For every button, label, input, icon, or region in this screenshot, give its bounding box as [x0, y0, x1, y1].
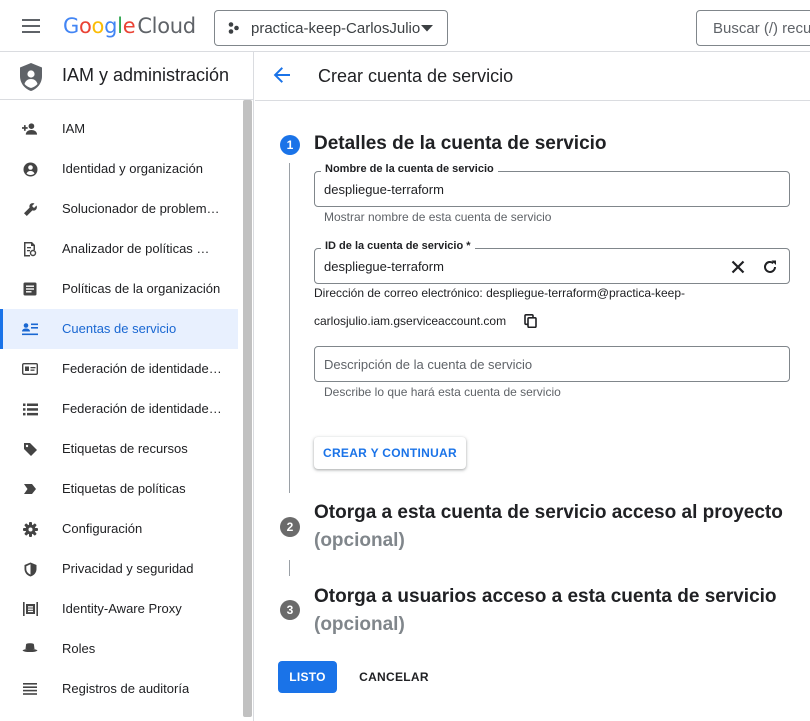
logo-letter: e	[122, 14, 136, 38]
search-input[interactable]	[713, 19, 810, 37]
cancel-button[interactable]: CANCELAR	[352, 661, 436, 693]
sidebar-item-label: Analizador de políticas …	[62, 241, 210, 256]
email-address-line2: carlosjulio.iam.gserviceaccount.com	[314, 314, 507, 328]
sidebar-item-identity-organization[interactable]: Identidad y organización	[0, 149, 238, 189]
sidebar-item-label: Configuración	[62, 521, 143, 536]
sidebar-item-label: Registros de auditoría	[62, 681, 190, 696]
done-button[interactable]: LISTO	[278, 661, 337, 693]
step-3-title[interactable]: Otorga a usuarios acceso a esta cuenta d…	[314, 586, 777, 608]
sidebar-item-policy-tags[interactable]: Etiquetas de políticas	[0, 469, 238, 509]
description-input[interactable]	[324, 357, 704, 372]
service-account-name-input[interactable]	[324, 182, 704, 197]
page-title: Crear cuenta de servicio	[318, 66, 514, 86]
service-account-id-input[interactable]	[324, 259, 714, 274]
project-name: practica-keep-CarlosJulio	[251, 19, 421, 37]
sidebar-item-iam[interactable]: IAM	[0, 109, 238, 149]
back-arrow-icon[interactable]	[273, 66, 291, 84]
sidebar-item-label: Políticas de la organización	[62, 281, 221, 296]
step-2-title[interactable]: Otorga a esta cuenta de servicio acceso …	[314, 502, 783, 524]
sidebar-item-label: Identity-Aware Proxy	[62, 601, 182, 616]
step-connector	[289, 163, 290, 493]
sidebar-item-label: Cuentas de servicio	[62, 321, 177, 336]
logo-letter: o	[78, 14, 92, 38]
create-and-continue-button[interactable]: CREAR Y CONTINUAR	[314, 437, 466, 469]
sidebar-item-roles[interactable]: Roles	[0, 629, 238, 669]
logo-letter: g	[104, 14, 118, 38]
sidebar-item-troubleshooter[interactable]: Solucionador de problem…	[0, 189, 238, 229]
sidebar-nav: IAM Identidad y organización Solucionado…	[0, 109, 238, 709]
audit-log-icon	[22, 681, 38, 697]
list-icon	[22, 401, 38, 417]
service-account-name-field[interactable]: Nombre de la cuenta de servicio	[314, 163, 790, 207]
step-1-title[interactable]: Detalles de la cuenta de servicio	[314, 133, 607, 155]
policy-analyzer-icon	[22, 241, 38, 257]
sidebar-item-label: Federación de identidade…	[62, 361, 222, 376]
shield-icon	[22, 561, 38, 577]
sidebar-item-workforce-identity-federation[interactable]: Federación de identidade…	[0, 389, 238, 429]
sidebar-scrollbar[interactable]	[243, 100, 252, 717]
logo-letter: o	[91, 14, 105, 38]
iam-shield-icon	[20, 63, 42, 91]
proxy-icon	[22, 601, 38, 617]
step-2-optional: (opcional)	[314, 530, 405, 551]
field-label: Nombre de la cuenta de servicio	[321, 163, 498, 175]
top-bar: GoogleCloud practica-keep-CarlosJulio	[0, 0, 810, 52]
sidebar-item-policy-analyzer[interactable]: Analizador de políticas …	[0, 229, 238, 269]
logo-letter: G	[63, 14, 79, 38]
sidebar-item-label: Etiquetas de políticas	[62, 481, 186, 496]
sidebar-item-label: Privacidad y seguridad	[62, 561, 194, 576]
cloud-wordmark: Cloud	[137, 14, 196, 38]
step-1-badge: 1	[280, 135, 300, 155]
step-2-badge: 2	[280, 517, 300, 537]
project-picker[interactable]: practica-keep-CarlosJulio	[214, 10, 448, 46]
description-field[interactable]	[314, 346, 790, 382]
sidebar-item-label: Etiquetas de recursos	[62, 441, 188, 456]
sidebar-item-label: IAM	[62, 121, 86, 136]
sidebar-header: IAM y administración	[0, 52, 253, 100]
sidebar-item-identity-aware-proxy[interactable]: Identity-Aware Proxy	[0, 589, 238, 629]
wrench-icon	[22, 201, 38, 217]
email-address-line1: Dirección de correo electrónico: desplie…	[314, 286, 686, 300]
id-card-icon	[22, 361, 38, 377]
sidebar-item-service-accounts[interactable]: Cuentas de servicio	[0, 309, 238, 349]
step-3-optional: (opcional)	[314, 614, 405, 635]
sidebar-item-workload-identity-federation[interactable]: Federación de identidade…	[0, 349, 238, 389]
service-account-id-field[interactable]: ID de la cuenta de servicio *	[314, 240, 790, 284]
gear-icon	[22, 521, 38, 537]
label-icon	[22, 481, 38, 497]
sidebar-item-label: Federación de identidade…	[62, 401, 222, 416]
service-account-icon	[22, 321, 38, 337]
sidebar-item-audit-logs[interactable]: Registros de auditoría	[0, 669, 238, 709]
roles-icon	[22, 641, 38, 657]
sidebar-item-settings[interactable]: Configuración	[0, 509, 238, 549]
field-label: ID de la cuenta de servicio *	[321, 240, 475, 252]
sidebar: IAM y administración IAM Identidad y org…	[0, 52, 254, 721]
step-3-badge: 3	[280, 600, 300, 620]
search-box[interactable]	[696, 10, 810, 46]
account-circle-icon	[22, 161, 38, 177]
page-header: Crear cuenta de servicio	[255, 52, 810, 101]
project-dots-icon	[228, 22, 239, 34]
name-hint: Mostrar nombre de esta cuenta de servici…	[324, 210, 552, 224]
clear-icon[interactable]	[731, 260, 745, 274]
tag-icon	[22, 441, 38, 457]
google-cloud-logo[interactable]: GoogleCloud	[63, 14, 196, 38]
description-hint: Describe lo que hará esta cuenta de serv…	[324, 385, 561, 399]
sidebar-item-label: Solucionador de problem…	[62, 201, 220, 216]
step-connector	[289, 560, 290, 576]
chevron-down-icon	[421, 25, 433, 32]
google-wordmark: Google	[63, 14, 136, 38]
sidebar-item-label: Identidad y organización	[62, 161, 203, 176]
hamburger-menu-icon[interactable]	[20, 17, 42, 35]
person-add-icon	[22, 121, 38, 137]
sidebar-item-org-policies[interactable]: Políticas de la organización	[0, 269, 238, 309]
sidebar-item-label: Roles	[62, 641, 96, 656]
sidebar-item-resource-tags[interactable]: Etiquetas de recursos	[0, 429, 238, 469]
sidebar-item-privacy-security[interactable]: Privacidad y seguridad	[0, 549, 238, 589]
sidebar-title: IAM y administración	[62, 65, 230, 85]
refresh-icon[interactable]	[762, 259, 778, 275]
article-icon	[22, 281, 38, 297]
copy-icon[interactable]	[524, 314, 537, 328]
